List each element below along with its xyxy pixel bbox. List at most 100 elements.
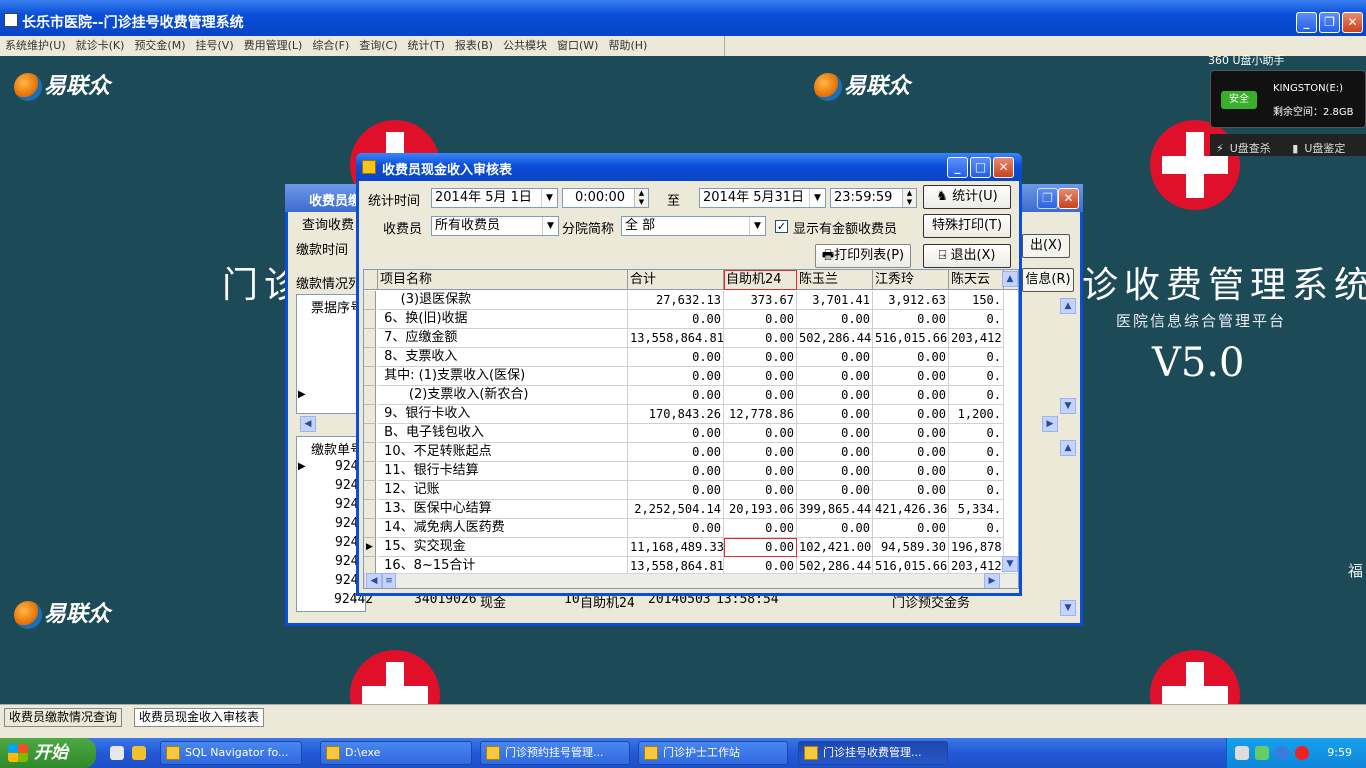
- table-cell[interactable]: 0.00: [797, 481, 873, 500]
- table-cell[interactable]: 170,843.26: [628, 405, 724, 424]
- table-row[interactable]: (3)退医保款 27,632.13 373.67 3,701.41 3,912.63 15…: [364, 291, 1018, 310]
- scroll-up-icon[interactable]: ▲: [1060, 298, 1076, 314]
- table-cell[interactable]: 0.: [949, 424, 1004, 443]
- special-print-button[interactable]: 特殊打印(T): [923, 214, 1011, 238]
- table-cell[interactable]: 0.00: [724, 310, 797, 329]
- stat-button[interactable]: ♞ 统计(U): [923, 185, 1011, 209]
- cashier-select[interactable]: 所有收费员 ▼: [431, 216, 559, 236]
- table-row[interactable]: 12、记账 0.00 0.00 0.00 0.00 0.: [364, 481, 1018, 500]
- table-cell[interactable]: 0.00: [873, 348, 949, 367]
- time-from-spinner[interactable]: 0:00:00 ▲ ▼: [562, 188, 649, 208]
- table-cell[interactable]: 0.00: [628, 386, 724, 405]
- table-row[interactable]: 11、银行卡结算 0.00 0.00 0.00 0.00 0.: [364, 462, 1018, 481]
- table-cell[interactable]: 373.67: [724, 291, 797, 310]
- table-cell[interactable]: 0.00: [724, 481, 797, 500]
- keyboard-icon[interactable]: [1235, 746, 1249, 760]
- taskbar-task[interactable]: SQL Navigator fo...: [160, 741, 302, 765]
- dialog-minimize-button[interactable]: _: [947, 157, 968, 178]
- table-cell[interactable]: 0.: [949, 481, 1004, 500]
- column-header[interactable]: 陈天云: [949, 270, 1004, 290]
- table-cell[interactable]: 0.00: [724, 424, 797, 443]
- table-cell[interactable]: 0.00: [873, 386, 949, 405]
- table-cell[interactable]: 94,589.30: [873, 538, 949, 557]
- table-cell[interactable]: 0.00: [628, 424, 724, 443]
- no-entry-icon[interactable]: [1295, 746, 1309, 760]
- table-cell[interactable]: 0.: [949, 462, 1004, 481]
- date-to-picker[interactable]: 2014年 5月31日 ▼: [699, 188, 826, 208]
- table-cell[interactable]: 0.00: [797, 367, 873, 386]
- table-cell[interactable]: 0.00: [873, 443, 949, 462]
- taskbar-task[interactable]: 门诊挂号收费管理...: [798, 741, 948, 765]
- bg-exit-button[interactable]: 出(X): [1022, 234, 1070, 258]
- table-scroll-down-icon[interactable]: ▼: [1002, 556, 1018, 572]
- tab-payment-query[interactable]: 收费员缴款情况查询: [4, 708, 123, 727]
- table-cell[interactable]: 0.00: [873, 367, 949, 386]
- menu-item[interactable]: 就诊卡(K): [71, 36, 130, 55]
- table-row[interactable]: 7、应缴金额 13,558,864.81 0.00 502,286.44 516,015…: [364, 329, 1018, 348]
- table-scroll-up-icon[interactable]: ▲: [1002, 271, 1018, 287]
- table-cell[interactable]: 0.00: [797, 462, 873, 481]
- table-cell[interactable]: 0.00: [724, 367, 797, 386]
- table-cell[interactable]: 0.00: [873, 519, 949, 538]
- menu-item[interactable]: 预交金(M): [129, 36, 190, 55]
- table-cell[interactable]: 0.00: [873, 405, 949, 424]
- table-cell[interactable]: 0.00: [797, 386, 873, 405]
- column-header[interactable]: 江秀玲: [873, 270, 949, 290]
- tab-cash-audit[interactable]: 收费员现金收入审核表: [134, 708, 265, 727]
- menu-item[interactable]: 公共模块: [498, 36, 552, 55]
- exit-button[interactable]: ⍈ 退出(X): [923, 244, 1011, 268]
- usb-scan-button[interactable]: ⚡ U盘查杀: [1216, 137, 1277, 159]
- table-cell[interactable]: 1,200.: [949, 405, 1004, 424]
- table-cell[interactable]: 399,865.44: [797, 500, 873, 519]
- table-cell[interactable]: 0.: [949, 386, 1004, 405]
- taskbar-task[interactable]: D:\exe: [320, 741, 472, 765]
- menu-item[interactable]: 报表(B): [450, 36, 498, 55]
- table-cell[interactable]: 3,701.41: [797, 291, 873, 310]
- show-nonzero-checkbox[interactable]: ✓: [775, 220, 788, 233]
- table-cell[interactable]: 3,912.63: [873, 291, 949, 310]
- scroll-thumb[interactable]: ≡: [382, 573, 396, 588]
- table-row[interactable]: 14、减免病人医药费 0.00 0.00 0.00 0.00 0.: [364, 519, 1018, 538]
- table-cell[interactable]: 0.00: [724, 538, 797, 557]
- column-header[interactable]: 自助机24: [724, 270, 797, 290]
- table-cell[interactable]: 0.00: [628, 519, 724, 538]
- scroll-down-icon[interactable]: ▼: [1060, 600, 1076, 616]
- scroll-up-icon[interactable]: ▲: [1060, 440, 1076, 456]
- table-cell[interactable]: 13,558,864.81: [628, 329, 724, 348]
- menu-item[interactable]: 帮助(H): [603, 36, 652, 55]
- menu-item[interactable]: 窗口(W): [552, 36, 603, 55]
- table-row[interactable]: 10、不足转账起点 0.00 0.00 0.00 0.00 0.: [364, 443, 1018, 462]
- date-from-picker[interactable]: 2014年 5月 1日 ▼: [431, 188, 558, 208]
- table-cell[interactable]: 0.00: [628, 443, 724, 462]
- dialog-maximize-button[interactable]: □: [970, 157, 991, 178]
- table-cell[interactable]: 102,421.00: [797, 538, 873, 557]
- table-cell[interactable]: 0.00: [628, 310, 724, 329]
- table-cell[interactable]: 0.: [949, 443, 1004, 462]
- table-cell[interactable]: 203,412.: [949, 329, 1004, 348]
- table-cell[interactable]: 0.00: [873, 462, 949, 481]
- table-cell[interactable]: 12,778.86: [724, 405, 797, 424]
- minimize-button[interactable]: _: [1296, 12, 1317, 33]
- print-list-button[interactable]: 🖶打印列表(P): [815, 244, 911, 268]
- table-row[interactable]: (2)支票收入(新农合) 0.00 0.00 0.00 0.00 0.: [364, 386, 1018, 405]
- bg-close-button[interactable]: ✕: [1058, 188, 1079, 209]
- bg-info-button[interactable]: 信息(R): [1022, 268, 1074, 292]
- menu-item[interactable]: 费用管理(L): [239, 36, 308, 55]
- branch-select[interactable]: 全 部 ▼: [621, 216, 766, 236]
- menu-item[interactable]: 挂号(V): [191, 36, 239, 55]
- table-cell[interactable]: 0.00: [797, 310, 873, 329]
- table-cell[interactable]: 516,015.66: [873, 329, 949, 348]
- table-cell[interactable]: 0.00: [628, 462, 724, 481]
- table-cell[interactable]: 0.00: [873, 481, 949, 500]
- menu-item[interactable]: 系统维护(U): [0, 36, 71, 55]
- column-header[interactable]: 项目名称: [378, 270, 628, 290]
- table-cell[interactable]: 0.00: [724, 443, 797, 462]
- menu-item[interactable]: 综合(F): [307, 36, 354, 55]
- table-cell[interactable]: 0.00: [628, 367, 724, 386]
- scroll-right-icon[interactable]: ▶: [1042, 416, 1058, 432]
- table-row[interactable]: 其中: (1)支票收入(医保) 0.00 0.00 0.00 0.00 0.: [364, 367, 1018, 386]
- table-row[interactable]: 8、支票收入 0.00 0.00 0.00 0.00 0.: [364, 348, 1018, 367]
- table-cell[interactable]: 0.00: [873, 424, 949, 443]
- table-cell[interactable]: 5,334.: [949, 500, 1004, 519]
- close-button[interactable]: ✕: [1342, 12, 1363, 33]
